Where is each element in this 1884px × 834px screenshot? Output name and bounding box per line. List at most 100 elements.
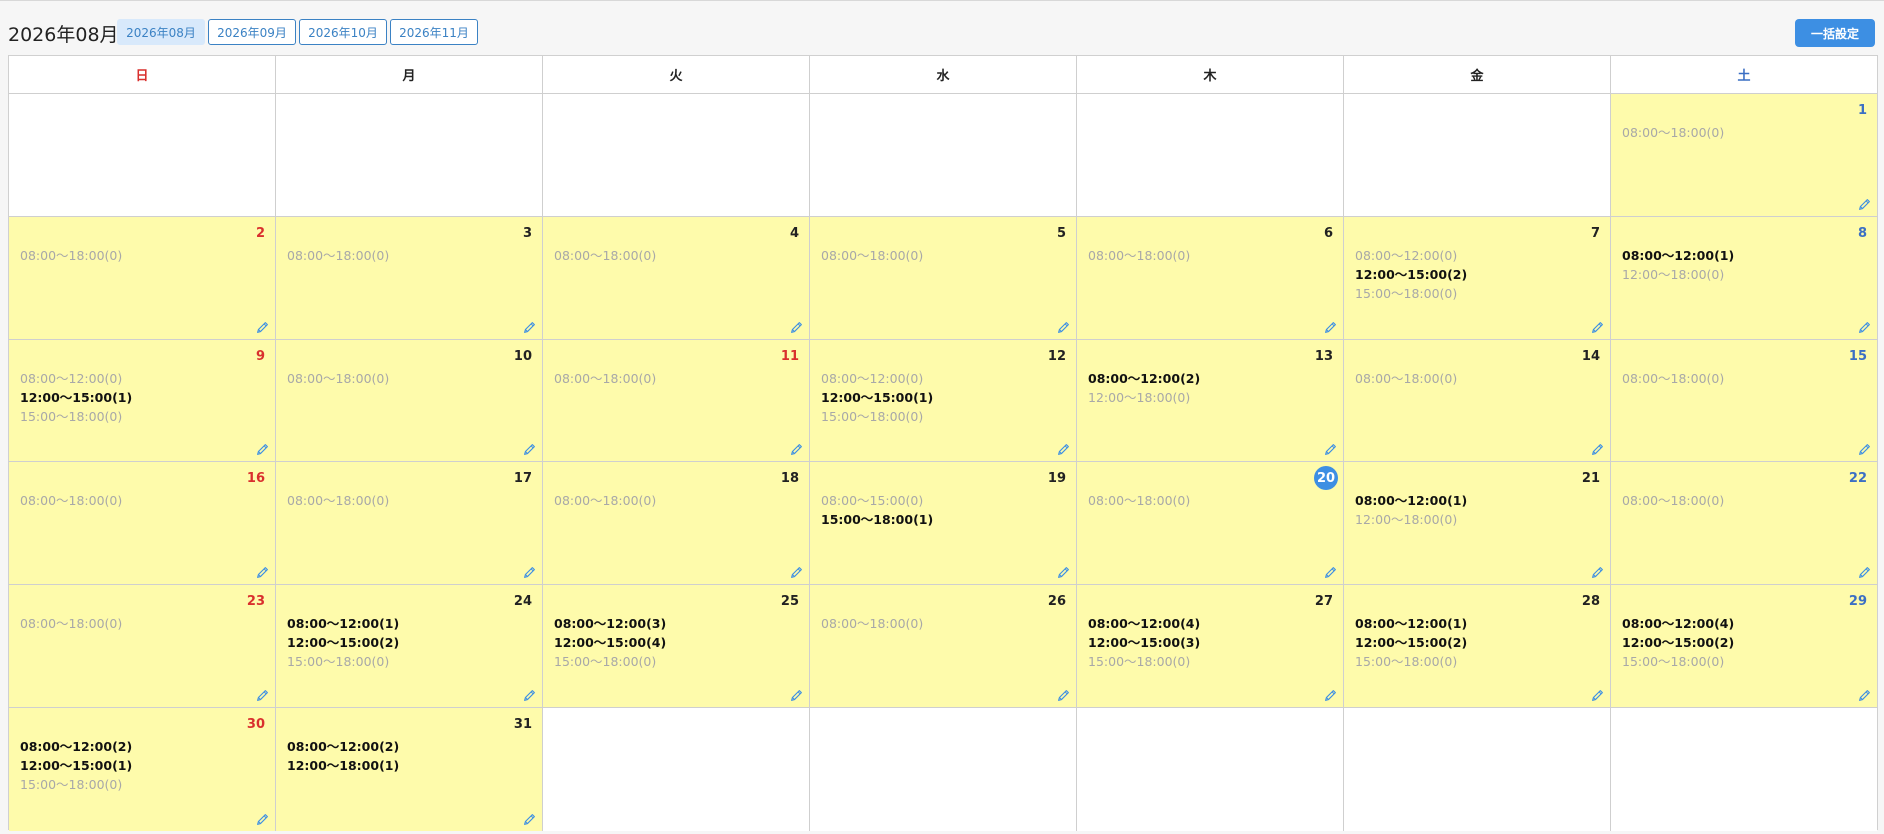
time-slot-list: 08:00〜18:00(0) [20,614,122,633]
day-cell[interactable]: 15 08:00〜18:00(0) [1611,339,1877,462]
tab-month-2[interactable]: 2026年09月 [208,19,296,45]
pencil-icon[interactable] [256,441,269,456]
time-slot: 12:00〜18:00(0) [1088,389,1191,405]
day-cell[interactable]: 27 08:00〜12:00(4) 12:00〜15:00(3) 15:00〜18:0… [1077,585,1344,707]
day-cell[interactable]: 22 08:00〜18:00(0) [1611,462,1877,585]
day-cell[interactable]: 21 08:00〜12:00(1) 12:00〜18:00(0) [1344,462,1611,585]
pencil-icon[interactable] [523,319,536,333]
time-slot-list: 08:00〜18:00(0) [1622,369,1724,388]
day-cell[interactable]: 7 08:00〜12:00(0) 12:00〜15:00(2) 15:00〜18:00… [1344,216,1611,339]
tab-month-3[interactable]: 2026年10月 [299,19,387,45]
day-cell[interactable]: 2 08:00〜18:00(0) [9,216,276,339]
tab-month-1[interactable]: 2026年08月 [117,19,205,45]
day-cell[interactable]: 12 08:00〜12:00(0) 12:00〜15:00(1) 15:00〜18:0… [810,339,1077,462]
pencil-icon[interactable] [523,811,536,825]
pencil-icon[interactable] [1324,319,1337,333]
pencil-icon[interactable] [256,319,269,333]
calendar-week-row: 1 08:00〜18:00(0) [9,94,1877,217]
pencil-icon[interactable] [1858,564,1871,579]
pencil-icon[interactable] [1057,319,1070,333]
day-cell[interactable]: 8 08:00〜12:00(1) 12:00〜18:00(0) [1611,216,1877,339]
pencil-icon[interactable] [1057,441,1070,456]
time-slot-list: 08:00〜12:00(0) 12:00〜15:00(2) 15:00〜18:00(… [1355,246,1467,303]
time-slot-list: 08:00〜18:00(0) [1088,491,1190,510]
time-slot-list: 08:00〜18:00(0) [1088,246,1190,265]
pencil-icon[interactable] [1858,196,1871,210]
pencil-icon[interactable] [790,319,803,333]
day-cell[interactable]: 17 08:00〜18:00(0) [276,462,543,585]
day-cell[interactable]: 26 08:00〜18:00(0) [810,585,1077,707]
day-cell[interactable]: 20 08:00〜18:00(0) [1077,462,1344,585]
day-number: 31 [513,716,532,732]
empty-day-cell [276,94,543,216]
day-number: 2 [255,225,265,241]
pencil-icon[interactable] [523,687,536,701]
time-slot-list: 08:00〜18:00(0) [554,491,656,510]
pencil-icon[interactable] [1591,564,1604,579]
calendar-week-row: 2 08:00〜18:00(0) 3 08:00〜18:00(0) 4 08:00〜18:… [9,216,1877,340]
time-slot: 15:00〜18:00(0) [1355,285,1458,301]
pencil-icon[interactable] [1591,687,1604,701]
pencil-icon[interactable] [523,564,536,579]
day-cell[interactable]: 3 08:00〜18:00(0) [276,216,543,339]
day-cell[interactable]: 9 08:00〜12:00(0) 12:00〜15:00(1) 15:00〜18:00… [9,339,276,462]
pencil-icon[interactable] [1057,564,1070,579]
day-cell[interactable]: 6 08:00〜18:00(0) [1077,216,1344,339]
pencil-icon[interactable] [1858,319,1871,333]
time-slot-list: 08:00〜18:00(0) [821,614,923,633]
pencil-icon[interactable] [1324,441,1337,456]
day-cell[interactable]: 31 08:00〜12:00(2) 12:00〜18:00(1) [276,707,543,831]
time-slot-list: 08:00〜18:00(0) [287,491,389,510]
calendar-week-row: 23 08:00〜18:00(0) 24 08:00〜12:00(1) 12:00〜15… [9,585,1877,708]
day-cell[interactable]: 11 08:00〜18:00(0) [543,339,810,462]
time-slot: 08:00〜18:00(0) [20,616,123,632]
time-slot: 08:00〜18:00(0) [1088,247,1191,263]
day-cell[interactable]: 13 08:00〜12:00(2) 12:00〜18:00(0) [1077,339,1344,462]
day-cell[interactable]: 25 08:00〜12:00(3) 12:00〜15:00(4) 15:00〜18:0… [543,585,810,707]
day-cell[interactable]: 29 08:00〜12:00(4) 12:00〜15:00(2) 15:00〜18:0… [1611,585,1877,707]
empty-day-cell [543,707,810,831]
calendar-weeks: 1 08:00〜18:00(0) 2 08:00〜18:00(0) 3 08:00〜18:… [9,94,1877,831]
time-slot: 08:00〜18:00(0) [1622,493,1725,509]
day-cell[interactable]: 23 08:00〜18:00(0) [9,585,276,707]
time-slot-list: 08:00〜18:00(0) [1622,123,1724,142]
day-cell[interactable]: 4 08:00〜18:00(0) [543,216,810,339]
time-slot-list: 08:00〜18:00(0) [287,369,389,388]
calendar-week-row: 30 08:00〜12:00(2) 12:00〜15:00(1) 15:00〜18:0… [9,707,1877,831]
pencil-icon[interactable] [523,441,536,456]
pencil-icon[interactable] [256,564,269,579]
pencil-icon[interactable] [790,687,803,701]
day-cell[interactable]: 5 08:00〜18:00(0) [810,216,1077,339]
day-cell[interactable]: 30 08:00〜12:00(2) 12:00〜15:00(1) 15:00〜18:0… [9,707,276,831]
day-cell[interactable]: 1 08:00〜18:00(0) [1611,94,1877,216]
time-slot-list: 08:00〜18:00(0) [554,246,656,265]
tab-month-4[interactable]: 2026年11月 [390,19,478,45]
day-cell[interactable]: 19 08:00〜15:00(0) 15:00〜18:00(1) [810,462,1077,585]
day-cell[interactable]: 28 08:00〜12:00(1) 12:00〜15:00(2) 15:00〜18:0… [1344,585,1611,707]
pencil-icon[interactable] [1858,687,1871,701]
pencil-icon[interactable] [1324,564,1337,579]
time-slot-list: 08:00〜18:00(0) [554,369,656,388]
month-calendar: 日 月 火 水 木 金 土 1 08:00〜18:00(0) 2 08:00〜18:0… [8,55,1878,831]
time-slot: 08:00〜18:00(0) [20,493,123,509]
time-slot: 08:00〜18:00(0) [1622,125,1725,140]
pencil-icon[interactable] [790,441,803,456]
pencil-icon[interactable] [1858,441,1871,456]
day-cell[interactable]: 10 08:00〜18:00(0) [276,339,543,462]
pencil-icon[interactable] [256,687,269,701]
day-cell[interactable]: 14 08:00〜18:00(0) [1344,339,1611,462]
pencil-icon[interactable] [1057,687,1070,701]
pencil-icon[interactable] [1591,319,1604,333]
day-cell[interactable]: 24 08:00〜12:00(1) 12:00〜15:00(2) 15:00〜18:0… [276,585,543,707]
time-slot-list: 08:00〜12:00(1) 12:00〜18:00(0) [1355,491,1467,529]
day-cell[interactable]: 18 08:00〜18:00(0) [543,462,810,585]
day-cell[interactable]: 16 08:00〜18:00(0) [9,462,276,585]
bulk-settings-button[interactable]: 一括設定 [1795,19,1875,47]
time-slot-booked: 12:00〜15:00(4) [554,635,667,651]
pencil-icon[interactable] [256,811,269,825]
pencil-icon[interactable] [1324,687,1337,701]
time-slot: 15:00〜18:00(0) [287,654,390,670]
pencil-icon[interactable] [1591,441,1604,456]
day-number: 18 [780,471,799,487]
pencil-icon[interactable] [790,564,803,579]
